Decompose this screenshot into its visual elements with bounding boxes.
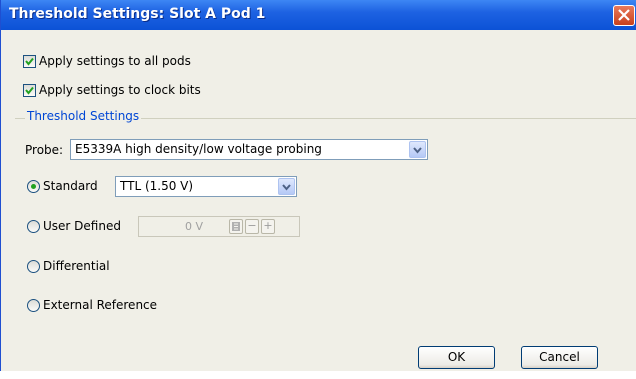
user-defined-value: 0 V — [184, 220, 204, 233]
radio-button[interactable] — [27, 259, 40, 273]
ok-button[interactable]: OK — [418, 346, 495, 369]
radio-differential-label: Differential — [43, 259, 110, 273]
decrement-button[interactable]: − — [245, 219, 259, 234]
chevron-down-icon — [413, 147, 422, 154]
probe-select[interactable]: E5339A high density/low voltage probing — [70, 139, 428, 160]
apply-clock-bits-checkbox[interactable]: Apply settings to clock bits — [23, 82, 201, 98]
increment-button[interactable]: + — [261, 219, 275, 234]
probe-dropdown-button[interactable] — [409, 141, 426, 158]
cancel-button[interactable]: Cancel — [521, 346, 598, 369]
radio-standard-label: Standard — [43, 179, 98, 193]
radio-selected-dot — [31, 183, 36, 189]
apply-all-pods-label: Apply settings to all pods — [39, 54, 191, 68]
keypad-button[interactable] — [229, 219, 243, 234]
checkmark-icon — [25, 86, 34, 95]
radio-button[interactable] — [27, 298, 40, 312]
group-legend: Threshold Settings — [25, 109, 142, 123]
checkbox-box[interactable] — [23, 83, 36, 97]
standard-dropdown-button[interactable] — [278, 178, 295, 195]
window-title: Threshold Settings: Slot A Pod 1 — [9, 6, 266, 22]
radio-standard[interactable]: Standard — [27, 178, 98, 194]
probe-value: E5339A high density/low voltage probing — [75, 142, 322, 156]
close-button[interactable] — [613, 5, 635, 26]
apply-clock-bits-label: Apply settings to clock bits — [39, 83, 201, 97]
radio-external-reference-label: External Reference — [43, 298, 158, 312]
close-icon — [618, 9, 630, 21]
probe-label: Probe: — [25, 143, 64, 157]
radio-user-defined-label: User Defined — [43, 219, 121, 233]
title-bar[interactable]: Threshold Settings: Slot A Pod 1 — [1, 0, 636, 30]
apply-all-pods-checkbox[interactable]: Apply settings to all pods — [23, 53, 191, 69]
chevron-down-icon — [282, 184, 291, 191]
radio-button[interactable] — [27, 219, 40, 233]
radio-external-reference[interactable]: External Reference — [27, 297, 157, 313]
radio-user-defined[interactable]: User Defined — [27, 218, 121, 234]
standard-value: TTL (1.50 V) — [120, 179, 194, 193]
checkbox-box[interactable] — [23, 54, 36, 68]
standard-select[interactable]: TTL (1.50 V) — [115, 176, 297, 197]
user-defined-spinbox[interactable]: 0 V − + — [138, 216, 300, 237]
threshold-settings-dialog: Threshold Settings: Slot A Pod 1 Apply s… — [0, 0, 636, 371]
keypad-icon — [232, 222, 240, 231]
radio-differential[interactable]: Differential — [27, 258, 110, 274]
radio-button[interactable] — [27, 179, 40, 193]
checkmark-icon — [25, 57, 34, 66]
